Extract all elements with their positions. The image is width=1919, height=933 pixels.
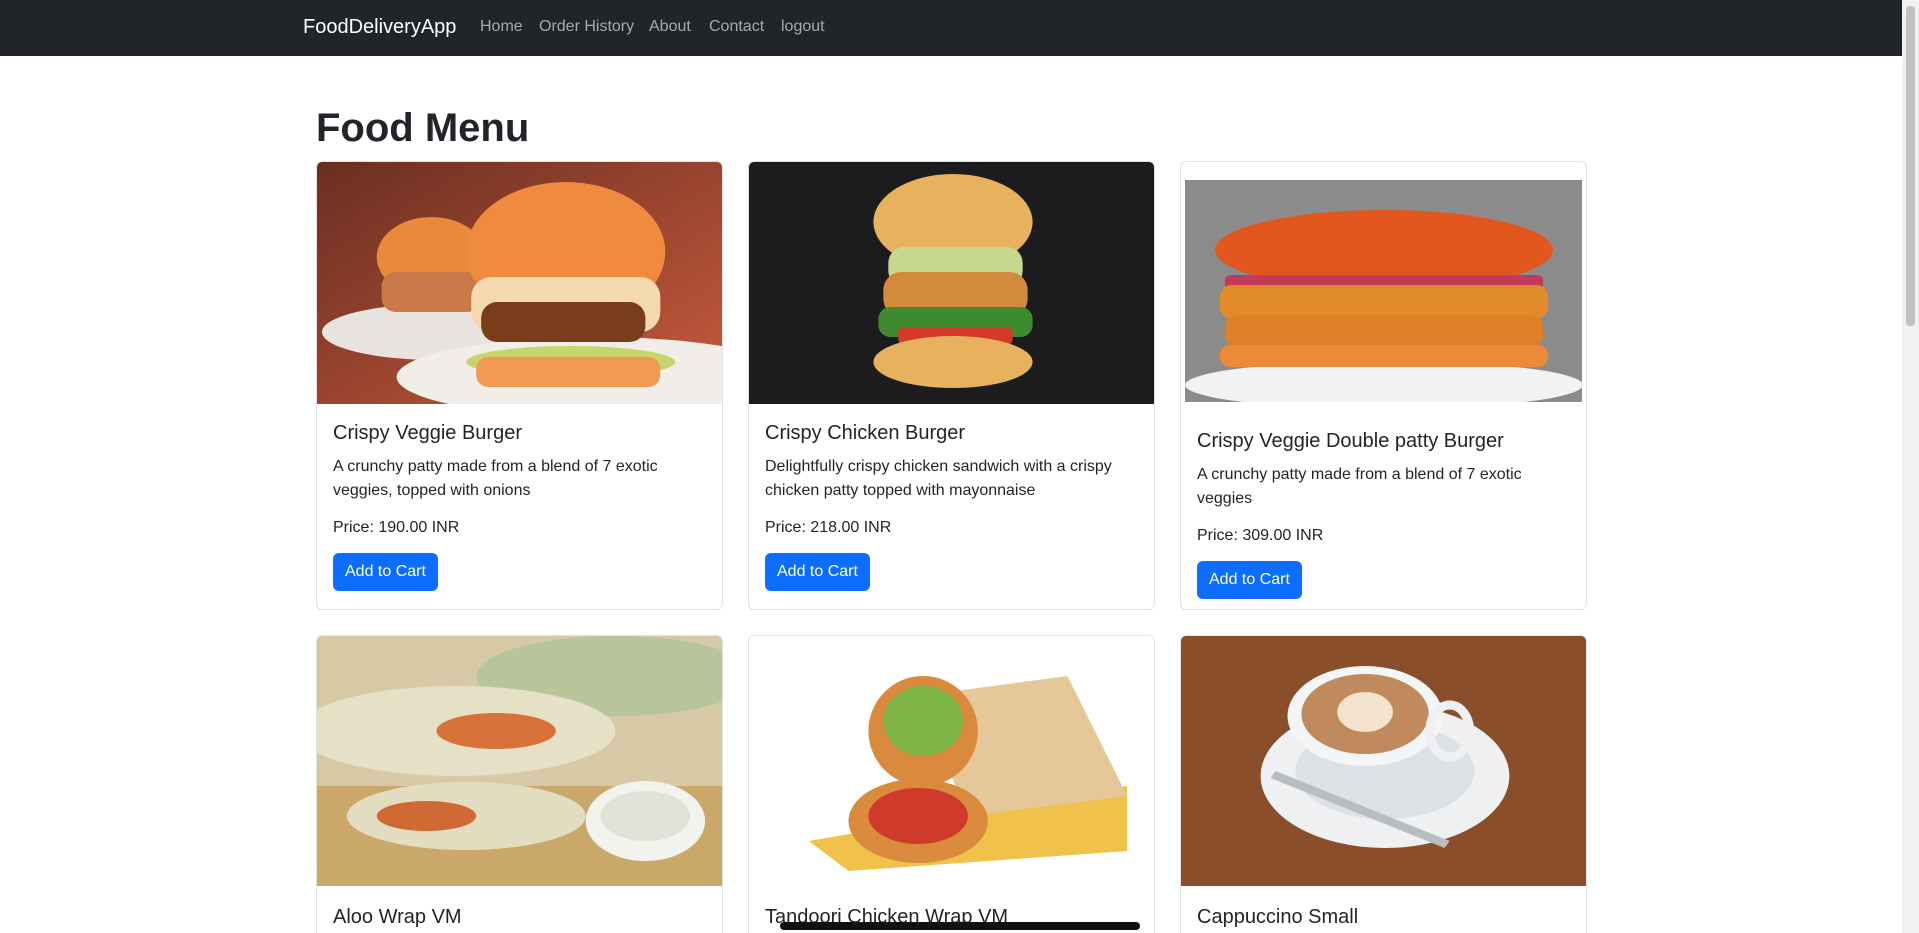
nav-logout-link[interactable]: logout bbox=[781, 18, 825, 36]
card-title: Crispy Veggie Burger bbox=[333, 422, 522, 444]
brand-link[interactable]: FoodDeliveryApp bbox=[303, 16, 456, 39]
card-description: Delightfully crispy chicken sandwich wit… bbox=[765, 458, 1112, 499]
card-price: Price: 190.00 INR bbox=[333, 519, 460, 536]
nav-home-link[interactable]: Home bbox=[480, 18, 523, 36]
card-body: Crispy Chicken Burger Delightfully crisp… bbox=[765, 421, 1138, 591]
add-to-cart-button[interactable]: Add to Cart bbox=[765, 553, 870, 591]
nav-order-history-link[interactable]: Order History bbox=[539, 18, 634, 36]
page-title: Food Menu bbox=[316, 106, 530, 150]
menu-card: Cappuccino Small bbox=[1180, 635, 1587, 933]
cappuccino-image bbox=[1181, 636, 1586, 886]
menu-card: Crispy Chicken Burger Delightfully crisp… bbox=[748, 161, 1155, 610]
card-title: Crispy Chicken Burger bbox=[765, 422, 966, 444]
nav-about-link[interactable]: About bbox=[649, 18, 691, 36]
card-price: Price: 218.00 INR bbox=[765, 519, 892, 536]
menu-card: Crispy Veggie Double patty Burger A crun… bbox=[1180, 161, 1587, 610]
vertical-scrollbar[interactable] bbox=[1902, 0, 1919, 933]
card-price: Price: 309.00 INR bbox=[1197, 527, 1324, 544]
card-body: Cappuccino Small bbox=[1197, 905, 1570, 929]
menu-card: Aloo Wrap VM bbox=[316, 635, 723, 933]
card-body: Crispy Veggie Double patty Burger A crun… bbox=[1197, 429, 1570, 599]
double-patty-burger-image bbox=[1185, 180, 1582, 402]
veggie-burger-image bbox=[317, 162, 722, 404]
add-to-cart-button[interactable]: Add to Cart bbox=[333, 553, 438, 591]
card-title: Crispy Veggie Double patty Burger bbox=[1197, 430, 1504, 452]
menu-card: Crispy Veggie Burger A crunchy patty mad… bbox=[316, 161, 723, 610]
aloo-wrap-image bbox=[317, 636, 722, 886]
card-description: A crunchy patty made from a blend of 7 e… bbox=[1197, 466, 1522, 507]
tandoori-wrap-image bbox=[749, 636, 1154, 886]
card-body: Crispy Veggie Burger A crunchy patty mad… bbox=[333, 421, 706, 591]
navbar: FoodDeliveryApp Home Order History About… bbox=[0, 0, 1902, 56]
nav-contact-link[interactable]: Contact bbox=[709, 18, 764, 36]
scrollbar-thumb[interactable] bbox=[1906, 6, 1915, 326]
menu-card: Tandoori Chicken Wrap VM bbox=[748, 635, 1155, 933]
card-description: A crunchy patty made from a blend of 7 e… bbox=[333, 458, 658, 499]
home-indicator-bar bbox=[780, 922, 1140, 930]
add-to-cart-button[interactable]: Add to Cart bbox=[1197, 561, 1302, 599]
card-title: Aloo Wrap VM bbox=[333, 906, 462, 928]
card-title: Cappuccino Small bbox=[1197, 906, 1359, 928]
chicken-burger-image bbox=[749, 162, 1154, 404]
card-body: Aloo Wrap VM bbox=[333, 905, 706, 929]
